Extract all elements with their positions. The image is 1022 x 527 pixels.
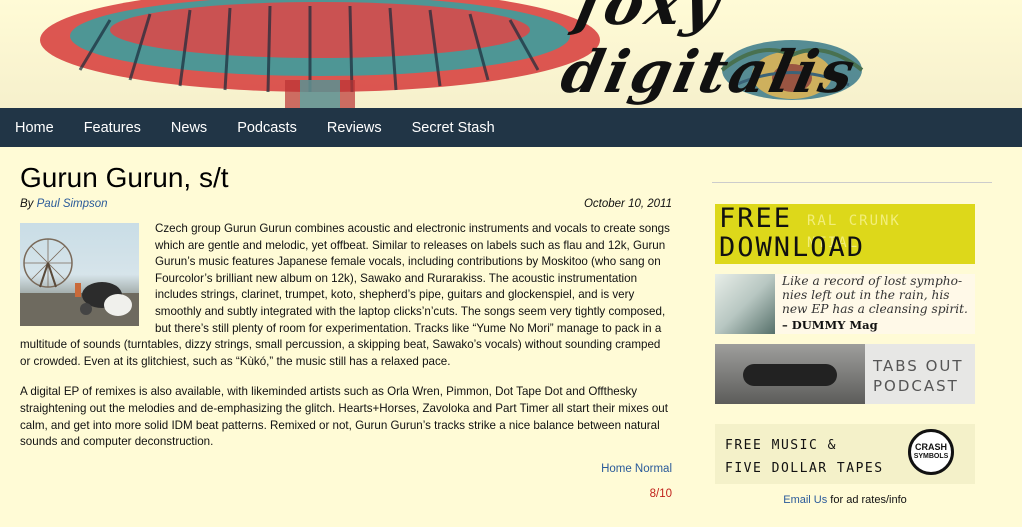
post-meta: By Paul Simpson October 10, 2011 xyxy=(20,198,672,218)
ad-crash-symbols[interactable]: FREE MUSIC & FIVE DOLLAR TAPES CRASH SYMBO… xyxy=(715,424,975,484)
rating: 8/10 xyxy=(649,487,672,500)
nav-item-reviews[interactable]: Reviews xyxy=(327,120,382,136)
header-banner: foxy digitalis xyxy=(0,0,1022,108)
author-link[interactable]: Paul Simpson xyxy=(37,198,108,210)
label-link[interactable]: Home Normal xyxy=(20,463,672,475)
nav-item-features[interactable]: Features xyxy=(84,120,141,136)
ad-contact: Email Us for ad rates/info xyxy=(712,494,978,506)
body-paragraph: A digital EP of remixes is also availabl… xyxy=(20,385,668,449)
site-logo[interactable]: foxy digitalis xyxy=(556,0,1022,106)
main-nav: Home Features News Podcasts Reviews Secr… xyxy=(0,108,1022,147)
ad-dummy-quote[interactable]: Like a record of lost sympho- nies left … xyxy=(715,274,975,334)
byline: By Paul Simpson xyxy=(20,198,108,210)
contact-text: for ad rates/info xyxy=(827,494,907,506)
review-article: Gurun Gurun, s/t By Paul Simpson October… xyxy=(20,162,672,500)
post-body: Czech group Gurun Gurun combines acousti… xyxy=(20,221,672,451)
sidebar: RAL CRUNK NTIAL FREE DOWNLOAD Like a recor… xyxy=(712,182,992,506)
ad-quote: Like a record of lost sympho- nies left … xyxy=(782,274,968,316)
post-date: October 10, 2011 xyxy=(583,198,672,210)
nav-item-secret-stash[interactable]: Secret Stash xyxy=(412,120,495,136)
crash-symbols-logo: CRASH SYMBOLS xyxy=(908,429,954,475)
cassette-image xyxy=(715,344,865,404)
ad-text: FREE MUSIC & FIVE DOLLAR TAPES xyxy=(725,438,884,476)
ad-free-download[interactable]: RAL CRUNK NTIAL FREE DOWNLOAD xyxy=(715,204,975,264)
post-title[interactable]: Gurun Gurun, s/t xyxy=(20,162,672,194)
sidebar-divider xyxy=(712,182,992,183)
ad-headline: FREE DOWNLOAD xyxy=(719,204,866,263)
email-us-link[interactable]: Email Us xyxy=(783,494,827,506)
nav-item-home[interactable]: Home xyxy=(15,120,54,136)
ad-photo xyxy=(715,274,775,334)
ad-quote-source: – DUMMY Mag xyxy=(782,318,878,332)
by-label: By xyxy=(20,198,34,210)
album-cover-image xyxy=(20,223,139,326)
nav-item-news[interactable]: News xyxy=(171,120,207,136)
nav-item-podcasts[interactable]: Podcasts xyxy=(237,120,297,136)
ad-text: TABS OUT PODCAST xyxy=(873,357,964,395)
ad-tabs-out-podcast[interactable]: TABS OUT PODCAST xyxy=(715,344,975,404)
